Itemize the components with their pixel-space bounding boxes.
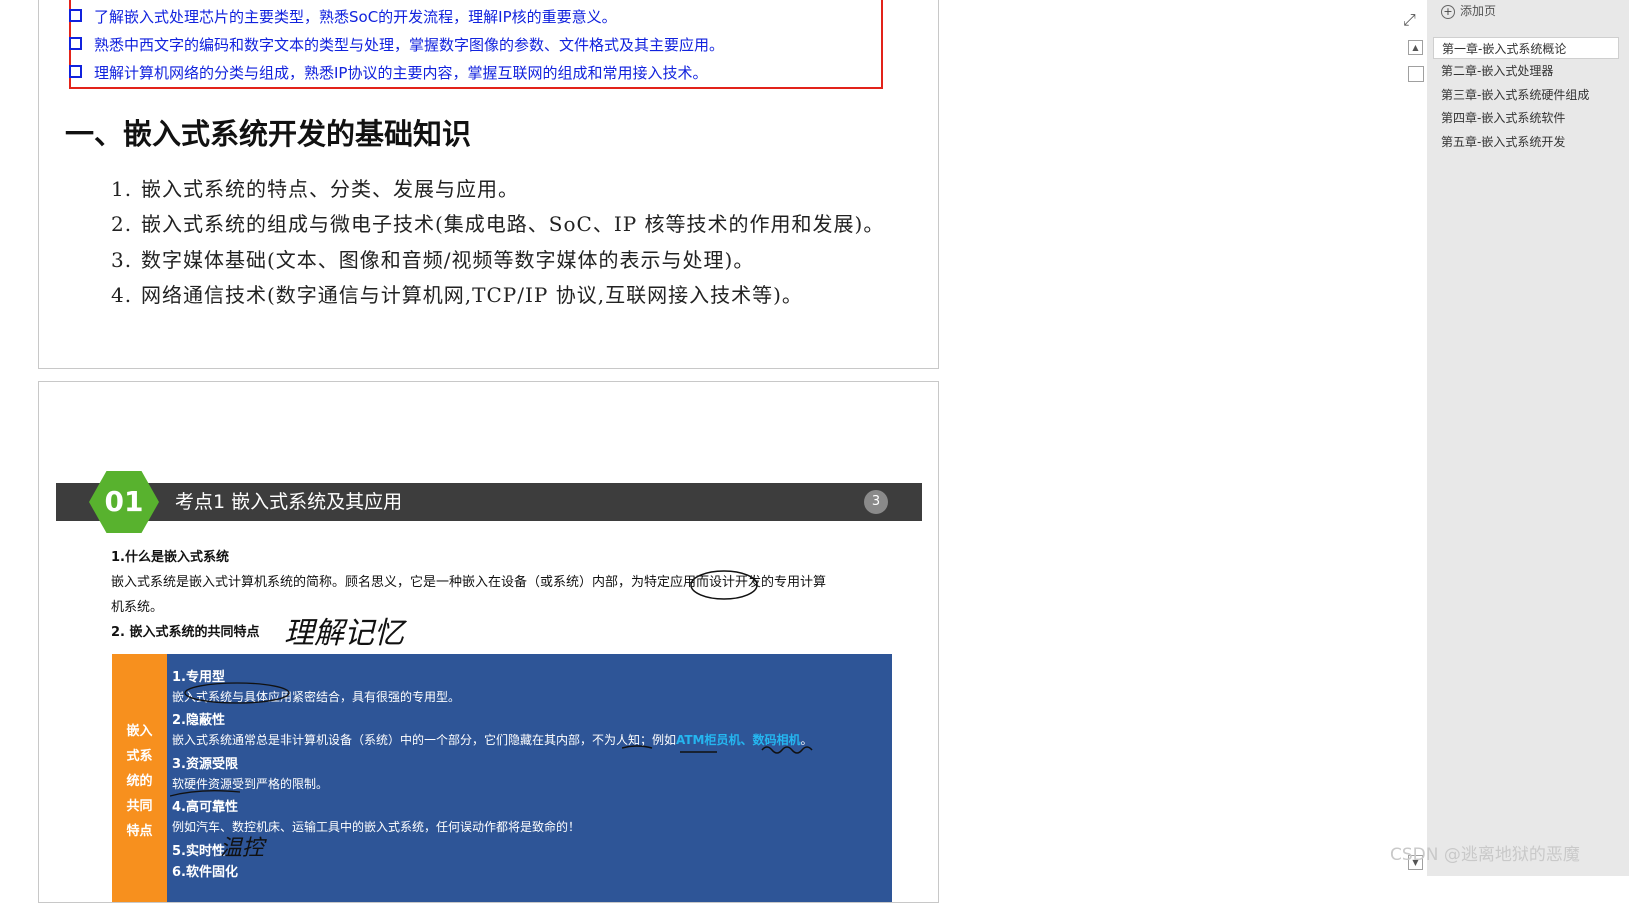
plus-icon: + [1441,5,1455,19]
list-number: 2. [111,212,133,236]
handwritten-underline-icon [622,745,813,754]
features-label-line: 共同 [126,799,153,814]
handwritten-note: 温控 [220,836,265,861]
handwritten-underline-icon [170,790,241,797]
features-table: 嵌入 式系 统的 共同 特点 1.专用型 嵌入式系统与具体应用紧密结合，具有很强… [112,654,892,902]
list-number: 4. [111,283,133,307]
list-item: 2. 嵌入式系统的组成与微电子技术(集成电路、SoC、IP 核等技术的作用和发展)… [111,208,884,237]
page-number-badge: 3 [864,490,888,514]
feature-title: 2.隐蔽性 [172,713,225,728]
handwritten-note: 理解记忆 [284,616,404,651]
list-text: 嵌入式系统的特点、分类、发展与应用。 [141,177,519,201]
features-label-line: 式系 [126,749,153,764]
sidebar-item-chapter-1[interactable]: 第一章-嵌入式系统概论 [1433,37,1619,59]
scroll-up-icon[interactable]: ▲ [1408,40,1423,55]
list-text: 数字媒体基础(文本、图像和音频/视频等数字媒体的表示与处理)。 [141,248,755,272]
feature-title: 6.软件固化 [172,865,238,880]
panel-toggle-checkbox[interactable] [1408,66,1424,82]
add-page-button[interactable]: + 添加页 [1427,0,1629,24]
question-1-text-line2: 机系统。 [111,600,164,615]
objective-text: 熟悉中西文字的编码和数字文本的类型与处理，掌握数字图像的参数、文件格式及其主要应… [94,36,725,54]
features-label-line: 特点 [126,824,153,839]
sidebar-item-chapter-4[interactable]: 第四章-嵌入式系统软件 [1433,107,1619,129]
handwritten-circle-icon [184,682,290,704]
checkbox-square-icon [69,37,82,50]
sidebar-item-chapter-5[interactable]: 第五章-嵌入式系统开发 [1433,131,1619,153]
objective-item: 熟悉中西文字的编码和数字文本的类型与处理，掌握数字图像的参数、文件格式及其主要应… [69,33,724,57]
objective-item: 理解计算机网络的分类与组成，熟悉IP协议的主要内容，掌握互联网的组成和常用接入技… [69,61,707,85]
list-item: 3. 数字媒体基础(文本、图像和音频/视频等数字媒体的表示与处理)。 [111,244,754,273]
add-page-label: 添加页 [1460,4,1497,18]
checkbox-square-icon [69,65,82,78]
sidebar-item-chapter-3[interactable]: 第三章-嵌入式系统硬件组成 [1433,84,1619,106]
features-label-line: 统的 [126,774,153,789]
checkbox-square-icon [69,9,82,22]
list-item: 1. 嵌入式系统的特点、分类、发展与应用。 [111,173,519,202]
feature-title: 3.资源受限 [172,757,238,772]
document-page-1: 了解嵌入式处理芯片的主要类型，熟悉SoC的开发流程，理解IP核的重要意义。 熟悉… [38,0,939,369]
list-text: 网络通信技术(数字通信与计算机网,TCP/IP 协议,互联网接入技术等)。 [141,283,803,307]
list-text: 嵌入式系统的组成与微电子技术(集成电路、SoC、IP 核等技术的作用和发展)。 [141,212,885,236]
objective-item: 了解嵌入式处理芯片的主要类型，熟悉SoC的开发流程，理解IP核的重要意义。 [69,5,617,29]
feature-text-main: 嵌入式系统通常总是非计算机设备（系统）中的一个部分，它们隐藏在其内部，不为人知；… [172,733,677,747]
list-number: 1. [111,177,133,201]
list-item: 4. 网络通信技术(数字通信与计算机网,TCP/IP 协议,互联网接入技术等)。 [111,279,803,308]
list-number: 3. [111,248,133,272]
sidebar-item-chapter-2[interactable]: 第二章-嵌入式处理器 [1433,60,1619,82]
objective-text: 理解计算机网络的分类与组成，熟悉IP协议的主要内容，掌握互联网的组成和常用接入技… [94,64,708,82]
watermark: CSDN @逃离地狱的恶魔 [1390,845,1580,865]
feature-title: 5.实时性 [172,844,225,859]
topic-number-hexagon: 01 [89,471,159,533]
section-title: 一、嵌入式系统开发的基础知识 [65,117,472,151]
expand-icon[interactable]: ⤢ [1403,10,1416,30]
question-1-title: 1.什么是嵌入式系统 [111,550,229,565]
topic-title: 考点1 嵌入式系统及其应用 [175,491,403,513]
page-sidebar: + 添加页 第一章-嵌入式系统概论 第二章-嵌入式处理器 第三章-嵌入式系统硬件组… [1427,0,1629,876]
document-page-2: 01 考点1 嵌入式系统及其应用 3 1.什么是嵌入式系统 嵌入式系统是嵌入式计… [38,381,939,903]
objective-text: 了解嵌入式处理芯片的主要类型，熟悉SoC的开发流程，理解IP核的重要意义。 [94,8,617,26]
features-label-line: 嵌入 [126,724,153,739]
handwritten-circle-icon [690,570,758,600]
question-2-title: 2. 嵌入式系统的共同特点 [111,625,260,640]
